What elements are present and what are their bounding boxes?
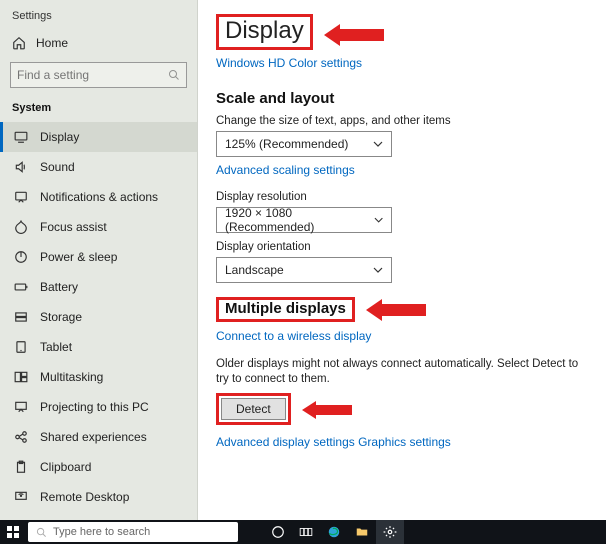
sidebar-item-shared[interactable]: Shared experiences <box>0 422 197 452</box>
nav-label: Remote Desktop <box>40 490 129 504</box>
link-advanced-scaling[interactable]: Advanced scaling settings <box>216 163 355 177</box>
select-scale-value: 125% (Recommended) <box>225 137 348 151</box>
storage-icon <box>14 310 28 324</box>
nav-label: Power & sleep <box>40 250 117 264</box>
multitasking-icon <box>14 370 28 384</box>
focus-icon <box>14 220 28 234</box>
highlight-box-multiple: Multiple displays <box>216 297 355 322</box>
search-icon <box>36 527 47 538</box>
nav-label: Clipboard <box>40 460 91 474</box>
select-orientation-value: Landscape <box>225 263 284 277</box>
sidebar-item-display[interactable]: Display <box>0 122 197 152</box>
sidebar-item-focus-assist[interactable]: Focus assist <box>0 212 197 242</box>
select-scale[interactable]: 125% (Recommended) <box>216 131 392 157</box>
taskbar-settings[interactable] <box>376 520 404 544</box>
taskbar-search-placeholder: Type here to search <box>53 526 150 538</box>
label-scale: Change the size of text, apps, and other… <box>216 115 588 127</box>
taskbar-taskview[interactable] <box>292 520 320 544</box>
sidebar-section-label: System <box>0 98 197 122</box>
taskview-icon <box>299 525 313 539</box>
heading-multiple: Multiple displays <box>225 300 346 317</box>
chevron-down-icon <box>374 215 383 225</box>
sidebar-item-power[interactable]: Power & sleep <box>0 242 197 272</box>
link-advanced-display[interactable]: Advanced display settings <box>216 435 355 449</box>
link-wireless-display[interactable]: Connect to a wireless display <box>216 329 371 343</box>
sidebar-home[interactable]: Home <box>0 30 197 58</box>
link-hd-color[interactable]: Windows HD Color settings <box>216 56 362 70</box>
search-icon <box>168 69 180 81</box>
nav-label: Sound <box>40 160 75 174</box>
shared-icon <box>14 430 28 444</box>
taskbar-edge[interactable] <box>320 520 348 544</box>
battery-icon <box>14 280 28 294</box>
sidebar-item-remote[interactable]: Remote Desktop <box>0 482 197 512</box>
sidebar-item-clipboard[interactable]: Clipboard <box>0 452 197 482</box>
sidebar-item-multitasking[interactable]: Multitasking <box>0 362 197 392</box>
main-content: Display Windows HD Color settings Scale … <box>198 0 606 520</box>
taskbar-search[interactable]: Type here to search <box>28 522 238 542</box>
windows-icon <box>7 526 19 538</box>
sidebar-home-label: Home <box>36 36 68 50</box>
link-graphics[interactable]: Graphics settings <box>358 435 451 449</box>
folder-icon <box>355 525 369 539</box>
nav-label: Storage <box>40 310 82 324</box>
sidebar: Settings Home System Display Sound Notif… <box>0 0 198 520</box>
tablet-icon <box>14 340 28 354</box>
sound-icon <box>14 160 28 174</box>
sidebar-item-storage[interactable]: Storage <box>0 302 197 332</box>
sidebar-item-battery[interactable]: Battery <box>0 272 197 302</box>
display-icon <box>14 130 28 144</box>
nav-label: Notifications & actions <box>40 190 158 204</box>
remote-icon <box>14 490 28 504</box>
select-orientation[interactable]: Landscape <box>216 257 392 283</box>
label-resolution: Display resolution <box>216 191 588 203</box>
detect-button[interactable]: Detect <box>221 398 286 420</box>
select-resolution[interactable]: 1920 × 1080 (Recommended) <box>216 207 392 233</box>
highlight-box-detect: Detect <box>216 393 291 425</box>
power-icon <box>14 250 28 264</box>
nav-label: Battery <box>40 280 78 294</box>
sidebar-item-tablet[interactable]: Tablet <box>0 332 197 362</box>
nav-label: Projecting to this PC <box>40 400 149 414</box>
start-button[interactable] <box>0 520 26 544</box>
heading-scale: Scale and layout <box>216 90 588 107</box>
sidebar-search-input[interactable] <box>17 68 157 82</box>
nav-label: Tablet <box>40 340 72 354</box>
nav-label: Shared experiences <box>40 430 147 444</box>
sidebar-item-projecting[interactable]: Projecting to this PC <box>0 392 197 422</box>
circle-icon <box>271 525 285 539</box>
projecting-icon <box>14 400 28 414</box>
nav-label: Multitasking <box>40 370 103 384</box>
sidebar-item-sound[interactable]: Sound <box>0 152 197 182</box>
label-orientation: Display orientation <box>216 241 588 253</box>
window-title: Settings <box>0 10 197 30</box>
annotation-arrow <box>366 297 426 323</box>
chevron-down-icon <box>373 265 383 275</box>
highlight-box-title: Display <box>216 14 313 50</box>
home-icon <box>12 36 26 50</box>
chevron-down-icon <box>373 139 383 149</box>
text-detect-helper: Older displays might not always connect … <box>216 357 588 387</box>
taskbar: Type here to search <box>0 520 606 544</box>
select-resolution-value: 1920 × 1080 (Recommended) <box>225 206 374 234</box>
annotation-arrow <box>324 22 384 48</box>
taskbar-explorer[interactable] <box>348 520 376 544</box>
annotation-arrow <box>302 399 352 421</box>
page-title: Display <box>225 17 304 45</box>
sidebar-search[interactable] <box>10 62 187 88</box>
gear-icon <box>383 525 397 539</box>
sidebar-item-notifications[interactable]: Notifications & actions <box>0 182 197 212</box>
notifications-icon <box>14 190 28 204</box>
edge-icon <box>327 525 341 539</box>
nav-label: Focus assist <box>40 220 107 234</box>
nav-label: Display <box>40 130 79 144</box>
taskbar-cortana[interactable] <box>264 520 292 544</box>
clipboard-icon <box>14 460 28 474</box>
